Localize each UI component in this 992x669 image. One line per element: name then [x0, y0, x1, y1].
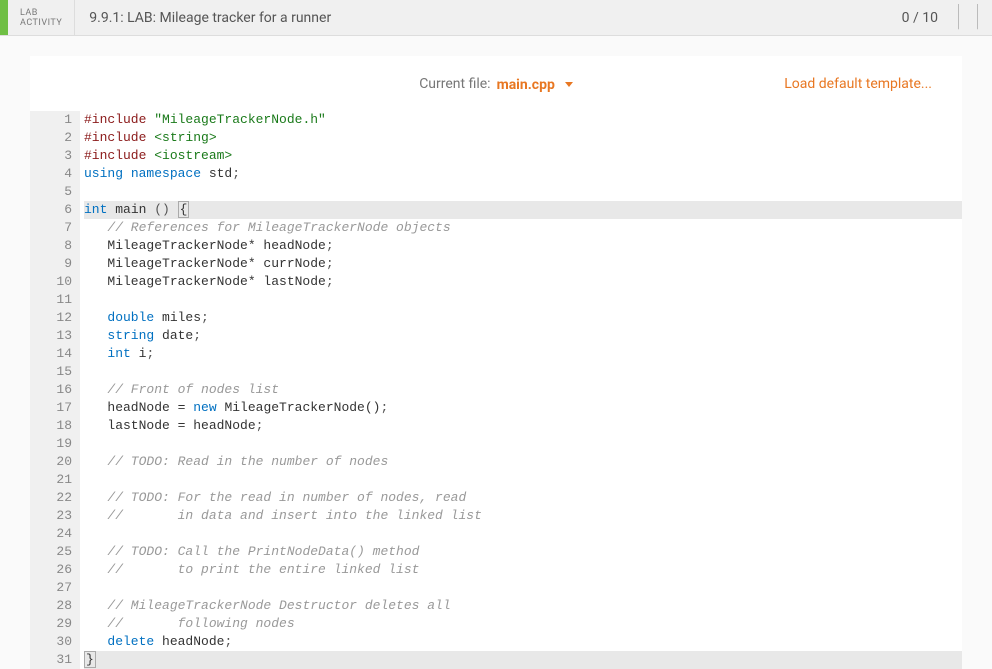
code-line[interactable] — [84, 291, 962, 309]
line-number: 8 — [40, 237, 72, 255]
lab-header: LAB ACTIVITY 9.9.1: LAB: Mileage tracker… — [0, 0, 992, 36]
code-line[interactable]: using namespace std; — [84, 165, 962, 183]
code-line[interactable]: int main () { — [84, 201, 962, 219]
code-line[interactable]: } — [84, 651, 962, 669]
chevron-down-icon — [565, 82, 573, 87]
code-line[interactable]: int i; — [84, 345, 962, 363]
line-number: 30 — [40, 633, 72, 651]
editor-container: Current file: main.cpp Load default temp… — [30, 56, 962, 669]
code-line[interactable]: double miles; — [84, 309, 962, 327]
line-number-gutter: 1234567891011121314151617181920212223242… — [30, 111, 80, 669]
lab-label-line2: ACTIVITY — [20, 18, 62, 28]
line-number: 18 — [40, 417, 72, 435]
code-line[interactable] — [84, 435, 962, 453]
line-number: 19 — [40, 435, 72, 453]
line-number: 31 — [40, 651, 72, 669]
code-line[interactable]: MileageTrackerNode* lastNode; — [84, 273, 962, 291]
code-line[interactable]: #include <iostream> — [84, 147, 962, 165]
code-line[interactable]: // TODO: For the read in number of nodes… — [84, 489, 962, 507]
line-number: 5 — [40, 183, 72, 201]
code-line[interactable]: delete headNode; — [84, 633, 962, 651]
line-number: 15 — [40, 363, 72, 381]
code-line[interactable] — [84, 579, 962, 597]
line-number: 3 — [40, 147, 72, 165]
score-display: 0 / 10 — [886, 0, 954, 35]
line-number: 4 — [40, 165, 72, 183]
code-line[interactable] — [84, 471, 962, 489]
code-line[interactable]: string date; — [84, 327, 962, 345]
code-line[interactable]: // MileageTrackerNode Destructor deletes… — [84, 597, 962, 615]
code-line[interactable]: // to print the entire linked list — [84, 561, 962, 579]
bookmark-button[interactable] — [954, 0, 992, 35]
line-number: 12 — [40, 309, 72, 327]
line-number: 29 — [40, 615, 72, 633]
code-line[interactable]: MileageTrackerNode* currNode; — [84, 255, 962, 273]
line-number: 23 — [40, 507, 72, 525]
line-number: 9 — [40, 255, 72, 273]
code-area[interactable]: #include "MileageTrackerNode.h"#include … — [80, 111, 962, 669]
code-line[interactable]: // References for MileageTrackerNode obj… — [84, 219, 962, 237]
line-number: 20 — [40, 453, 72, 471]
line-number: 2 — [40, 129, 72, 147]
code-line[interactable] — [84, 363, 962, 381]
load-default-template-link[interactable]: Load default template... — [784, 76, 932, 92]
line-number: 6 — [40, 201, 72, 219]
green-stripe — [0, 0, 8, 35]
code-editor[interactable]: 1234567891011121314151617181920212223242… — [30, 111, 962, 669]
line-number: 7 — [40, 219, 72, 237]
code-line[interactable]: #include "MileageTrackerNode.h" — [84, 111, 962, 129]
lab-label-line1: LAB — [20, 8, 62, 18]
line-number: 22 — [40, 489, 72, 507]
line-number: 1 — [40, 111, 72, 129]
lab-activity-badge: LAB ACTIVITY — [8, 0, 75, 35]
current-file-label: Current file: — [419, 76, 490, 92]
code-line[interactable]: // Front of nodes list — [84, 381, 962, 399]
editor-header: Current file: main.cpp Load default temp… — [30, 56, 962, 111]
file-dropdown[interactable]: main.cpp — [497, 74, 573, 93]
line-number: 13 — [40, 327, 72, 345]
line-number: 17 — [40, 399, 72, 417]
line-number: 14 — [40, 345, 72, 363]
code-line[interactable]: #include <string> — [84, 129, 962, 147]
code-line[interactable]: // in data and insert into the linked li… — [84, 507, 962, 525]
line-number: 28 — [40, 597, 72, 615]
current-file-name: main.cpp — [497, 77, 555, 93]
line-number: 24 — [40, 525, 72, 543]
code-line[interactable]: lastNode = headNode; — [84, 417, 962, 435]
line-number: 10 — [40, 273, 72, 291]
code-line[interactable]: // following nodes — [84, 615, 962, 633]
code-line[interactable]: // TODO: Read in the number of nodes — [84, 453, 962, 471]
line-number: 16 — [40, 381, 72, 399]
line-number: 25 — [40, 543, 72, 561]
code-line[interactable]: MileageTrackerNode* headNode; — [84, 237, 962, 255]
line-number: 26 — [40, 561, 72, 579]
line-number: 11 — [40, 291, 72, 309]
bookmark-icon — [958, 4, 978, 30]
code-line[interactable] — [84, 525, 962, 543]
code-line[interactable]: headNode = new MileageTrackerNode(); — [84, 399, 962, 417]
line-number: 21 — [40, 471, 72, 489]
line-number: 27 — [40, 579, 72, 597]
code-line[interactable] — [84, 183, 962, 201]
code-line[interactable]: // TODO: Call the PrintNodeData() method — [84, 543, 962, 561]
lab-title: 9.9.1: LAB: Mileage tracker for a runner — [75, 0, 885, 35]
